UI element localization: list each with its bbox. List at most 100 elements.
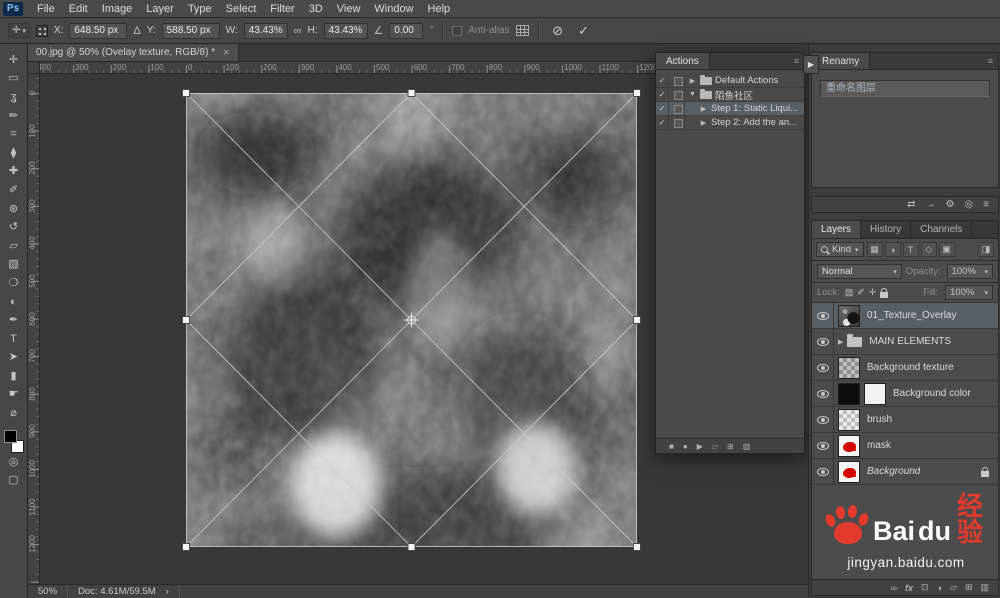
marquee-tool-icon[interactable]: ▭	[2, 70, 26, 89]
layer-thumbnail[interactable]	[838, 434, 860, 457]
link-dimensions-icon[interactable]: ∞	[294, 25, 302, 37]
layer-row[interactable]: mask	[812, 433, 998, 459]
tab-layers[interactable]: Layers	[812, 221, 862, 238]
new-set-icon[interactable]: ▱	[712, 442, 718, 451]
x-input[interactable]: 648.50 px	[69, 22, 128, 39]
pixel-filter-icon[interactable]: ▦	[866, 242, 883, 257]
zoom-level-field[interactable]: 50%	[28, 585, 69, 598]
expander-icon[interactable]: ▶	[699, 105, 708, 113]
visibility-toggle[interactable]	[812, 459, 834, 484]
menu-item-view[interactable]: View	[330, 2, 368, 16]
commit-transform-button[interactable]: ✓	[574, 23, 594, 39]
antialias-checkbox[interactable]	[452, 25, 463, 36]
delete-action-icon[interactable]: ▥	[743, 442, 751, 451]
visibility-toggle[interactable]	[812, 303, 834, 328]
layer-row[interactable]: 01_Texture_Overlay	[812, 303, 998, 329]
foreground-color-swatch[interactable]	[3, 429, 17, 443]
forward-arrow-icon[interactable]: →	[925, 199, 935, 210]
new-group-icon[interactable]: ▱	[950, 582, 957, 593]
dock-expand-button[interactable]: ▶	[803, 55, 819, 74]
menu-item-type[interactable]: Type	[181, 2, 219, 16]
new-action-icon[interactable]: ⊞	[727, 442, 734, 451]
visibility-toggle[interactable]	[812, 433, 834, 458]
layer-mask-thumbnail[interactable]	[864, 382, 886, 405]
quick-mask-button[interactable]: ◎	[2, 453, 26, 472]
layer-thumbnail[interactable]	[838, 382, 860, 405]
relative-position-button[interactable]: Δ	[133, 25, 140, 37]
width-input[interactable]: 43.43%	[243, 22, 288, 39]
smart-object-filter-icon[interactable]: ▣	[938, 242, 955, 257]
healing-brush-tool-icon[interactable]: ✚	[2, 163, 26, 182]
expander-icon[interactable]: ▼	[688, 91, 697, 98]
blend-mode-dropdown[interactable]: Normal ▾	[817, 264, 902, 279]
eraser-tool-icon[interactable]: ▱	[2, 237, 26, 256]
color-swatches[interactable]	[3, 429, 25, 453]
action-row[interactable]: ✓ ▼ 陌鱼社区	[656, 88, 804, 102]
expander-icon[interactable]: ▶	[838, 338, 843, 346]
stop-icon[interactable]: ■	[669, 442, 674, 451]
panel-menu-icon[interactable]: ≡	[988, 56, 993, 66]
menu-item-file[interactable]: File	[30, 2, 62, 16]
layer-row[interactable]: Background texture	[812, 355, 998, 381]
height-input[interactable]: 43.43%	[323, 22, 368, 39]
dodge-tool-icon[interactable]: ◐	[2, 293, 26, 312]
action-row[interactable]: ✓ ▶ Step 1: Static Liqui...	[656, 102, 804, 116]
lock-transparency-icon[interactable]: ▨	[845, 287, 854, 298]
action-dialog-toggle[interactable]	[672, 88, 685, 101]
transform-bounding-box[interactable]	[182, 89, 641, 551]
visibility-toggle[interactable]	[812, 329, 834, 354]
cancel-transform-button[interactable]: ⊘	[548, 23, 568, 39]
expander-icon[interactable]: ▶	[688, 77, 697, 85]
action-row[interactable]: ✓ ▶ Step 2: Add the an...	[656, 116, 804, 130]
quick-selection-tool-icon[interactable]: ✏	[2, 107, 26, 126]
adjustment-layer-icon[interactable]: ◑	[937, 583, 942, 593]
expander-icon[interactable]: ▶	[699, 119, 708, 127]
layer-row[interactable]: Background color	[812, 381, 998, 407]
pen-tool-icon[interactable]: ✒	[2, 311, 26, 330]
tab-renamy[interactable]: Renamy	[812, 53, 871, 69]
shape-filter-icon[interactable]: ◇	[920, 242, 937, 257]
action-check-icon[interactable]: ✓	[656, 102, 669, 115]
action-dialog-toggle[interactable]	[672, 102, 685, 115]
blur-tool-icon[interactable]: ❍	[2, 274, 26, 293]
lock-all-icon[interactable]	[880, 287, 889, 298]
crop-tool-icon[interactable]: ⌗	[2, 125, 26, 144]
layer-thumbnail[interactable]	[838, 408, 860, 431]
zoom-tool-icon[interactable]: ⌀	[2, 404, 26, 423]
layer-thumbnail[interactable]	[838, 356, 860, 379]
rename-input[interactable]: 重命名图层	[820, 80, 990, 97]
action-check-icon[interactable]: ✓	[656, 74, 669, 87]
filter-toggle-icon[interactable]: ◨	[978, 242, 994, 257]
tab-actions[interactable]: Actions	[656, 53, 710, 69]
screen-mode-button[interactable]: ▢	[2, 471, 26, 490]
status-chevron-icon[interactable]: ›	[166, 586, 169, 597]
menu-item-image[interactable]: Image	[95, 2, 140, 16]
lasso-tool-icon[interactable]: ʓ	[2, 88, 26, 107]
menu-icon[interactable]: ≡	[983, 199, 989, 210]
layer-row[interactable]: Background	[812, 459, 998, 485]
record-icon[interactable]: ●	[683, 442, 688, 451]
menu-item-help[interactable]: Help	[421, 2, 458, 16]
tool-preset-chip[interactable]: ✛ ▾	[8, 23, 30, 38]
visibility-toggle[interactable]	[812, 407, 834, 432]
eyedropper-tool-icon[interactable]: ⧫	[2, 144, 26, 163]
tab-history[interactable]: History	[861, 221, 912, 238]
layer-thumbnail[interactable]	[838, 460, 860, 483]
fill-dropdown[interactable]: 100% ▾	[945, 285, 993, 300]
action-check-icon[interactable]: ✓	[656, 88, 669, 101]
gear-icon[interactable]: ⚙	[945, 199, 954, 210]
layer-row[interactable]: brush	[812, 407, 998, 433]
menu-item-select[interactable]: Select	[219, 2, 264, 16]
layer-row[interactable]: ▶ MAIN ELEMENTS	[812, 329, 998, 355]
warp-mode-icon[interactable]	[515, 25, 529, 36]
target-icon[interactable]: ◎	[964, 199, 973, 210]
lock-pixels-icon[interactable]: ✐	[857, 287, 865, 298]
brush-tool-icon[interactable]: ✐	[2, 181, 26, 200]
shape-tool-icon[interactable]: ▮	[2, 367, 26, 386]
visibility-toggle[interactable]	[812, 381, 834, 406]
action-row[interactable]: ✓ ▶ Default Actions	[656, 74, 804, 88]
menu-item-edit[interactable]: Edit	[62, 2, 95, 16]
adjustment-filter-icon[interactable]: ◑	[884, 242, 901, 257]
reference-point-locator[interactable]	[35, 24, 48, 37]
move-tool-icon[interactable]: ✛	[2, 51, 26, 70]
